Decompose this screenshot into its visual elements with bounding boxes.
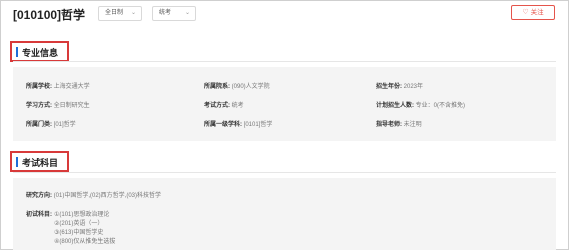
field-label: 初试科目: <box>26 212 52 218</box>
section-header-info: 专业信息 <box>10 41 69 62</box>
study-mode-select[interactable]: 全日制 ⌄ <box>98 6 142 21</box>
exam-subject-item: ③(613)中国哲学史 <box>54 230 104 236</box>
follow-button-label: 关注 <box>530 9 544 16</box>
field-value: 未注明 <box>403 122 422 128</box>
info-study-mode: 学习方式: 全日制研究生 <box>26 100 90 109</box>
info-discipline: 所属一级学科: [0101]哲学 <box>204 119 272 128</box>
section-accent-bar <box>16 47 18 57</box>
exam-panel: 研究方向: (01)中国哲学,(02)西方哲学,(03)科技哲学 初试科目: ①… <box>13 178 556 250</box>
field-value: 专业：0(不含推免) <box>415 103 466 109</box>
field-label: 所属一级学科: <box>204 122 242 128</box>
field-value: (090)人文学院 <box>231 84 270 90</box>
field-label: 所属学校: <box>26 84 52 90</box>
exam-type-select[interactable]: 统考 ⌄ <box>152 6 196 21</box>
info-category: 所属门类: [01]哲学 <box>26 119 76 128</box>
field-value: [01]哲学 <box>53 122 76 128</box>
info-department: 所属院系: (090)人文学院 <box>204 81 270 90</box>
chevron-down-icon: ⌄ <box>184 10 190 16</box>
info-school: 所属学校: 上海交通大学 <box>26 81 90 90</box>
field-label: 学习方式: <box>26 103 52 109</box>
page-title: [010100]哲学 <box>13 8 86 22</box>
info-exam-mode: 考试方式: 统考 <box>204 100 244 109</box>
field-value: (01)中国哲学,(02)西方哲学,(03)科技哲学 <box>53 193 162 199</box>
divider <box>13 172 556 173</box>
field-label: 招生年份: <box>376 84 402 90</box>
info-plan: 计划招生人数: 专业：0(不含推免) <box>376 100 465 109</box>
field-value: 2023年 <box>403 84 424 90</box>
field-label: 计划招生人数: <box>376 103 414 109</box>
section-accent-bar <box>16 157 18 167</box>
field-label: 指导老师: <box>376 122 402 128</box>
exam-subject-item: ①(101)思想政治理论 <box>54 212 110 218</box>
exam-direction: 研究方向: (01)中国哲学,(02)西方哲学,(03)科技哲学 <box>26 190 161 199</box>
chevron-down-icon: ⌄ <box>130 10 136 16</box>
heart-icon: ♡ <box>522 9 529 16</box>
section-title: 专业信息 <box>22 48 59 58</box>
field-label: 所属院系: <box>204 84 230 90</box>
info-advisor: 指导老师: 未注明 <box>376 119 422 128</box>
study-mode-select-value: 全日制 <box>105 10 124 16</box>
exam-type-select-value: 统考 <box>159 10 172 16</box>
exam-subjects-label: 初试科目: <box>26 209 52 218</box>
follow-button[interactable]: ♡ 关注 <box>511 5 555 20</box>
exam-subject-item: ②(201)英语（一） <box>54 221 104 227</box>
field-value: 上海交通大学 <box>53 84 90 90</box>
field-value: 全日制研究生 <box>53 103 90 109</box>
field-value: 统考 <box>231 103 244 109</box>
section-title: 考试科目 <box>22 158 59 168</box>
field-label: 考试方式: <box>204 103 230 109</box>
info-year: 招生年份: 2023年 <box>376 81 423 90</box>
divider <box>13 61 556 62</box>
exam-subject-item: ④(800)仅从推免生选拔 <box>54 239 116 245</box>
field-label: 所属门类: <box>26 122 52 128</box>
field-label: 研究方向: <box>26 193 52 199</box>
info-panel: 所属学校: 上海交通大学 所属院系: (090)人文学院 招生年份: 2023年… <box>13 67 556 141</box>
section-header-exam: 考试科目 <box>10 151 69 172</box>
field-value: [0101]哲学 <box>243 122 273 128</box>
